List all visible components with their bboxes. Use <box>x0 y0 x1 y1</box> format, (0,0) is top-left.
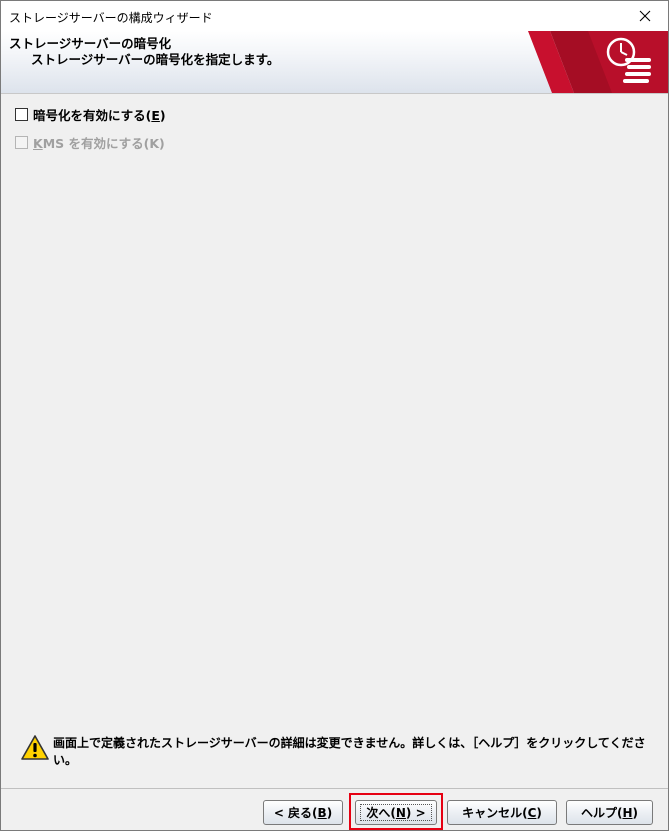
window-title: ストレージサーバーの構成ウィザード <box>9 11 213 25</box>
banner-logo-icon <box>528 31 668 93</box>
back-button[interactable]: < 戻る(B) <box>263 800 343 825</box>
notice-text: 画面上で定義されたストレージサーバーの詳細は変更できません。詳しくは、［ヘルプ］… <box>53 736 646 767</box>
options-panel: 暗号化を有効にする(E) KMS を有効にする(K) <box>15 104 166 160</box>
close-button[interactable] <box>622 1 668 31</box>
enable-kms-checkbox <box>15 135 28 149</box>
notice-area: 画面上で定義されたストレージサーバーの詳細は変更できません。詳しくは、［ヘルプ］… <box>15 735 655 775</box>
next-button[interactable]: 次へ(N) > <box>355 800 437 825</box>
enable-encryption-option[interactable]: 暗号化を有効にする(E) <box>15 104 166 124</box>
enable-kms-option: KMS を有効にする(K) <box>15 132 166 152</box>
next-button-focus-ring: 次へ(N) > <box>360 804 432 821</box>
close-icon <box>639 10 651 22</box>
help-button[interactable]: ヘルプ(H) <box>566 800 653 825</box>
page-subtitle: ストレージサーバーの暗号化を指定します。 <box>31 52 280 67</box>
enable-kms-label: KMS を有効にする(K) <box>33 135 165 151</box>
wizard-header: ストレージサーバーの暗号化 ストレージサーバーの暗号化を指定します。 <box>1 31 668 94</box>
enable-encryption-checkbox[interactable] <box>15 107 28 121</box>
title-bar: ストレージサーバーの構成ウィザード <box>1 1 668 31</box>
footer-divider <box>1 788 668 789</box>
wizard-window: ストレージサーバーの構成ウィザード ストレージサーバーの暗号化 ストレージサーバ… <box>0 0 669 831</box>
warning-icon <box>21 735 49 760</box>
cancel-button[interactable]: キャンセル(C) <box>447 800 557 825</box>
enable-encryption-label[interactable]: 暗号化を有効にする(E) <box>33 105 166 124</box>
